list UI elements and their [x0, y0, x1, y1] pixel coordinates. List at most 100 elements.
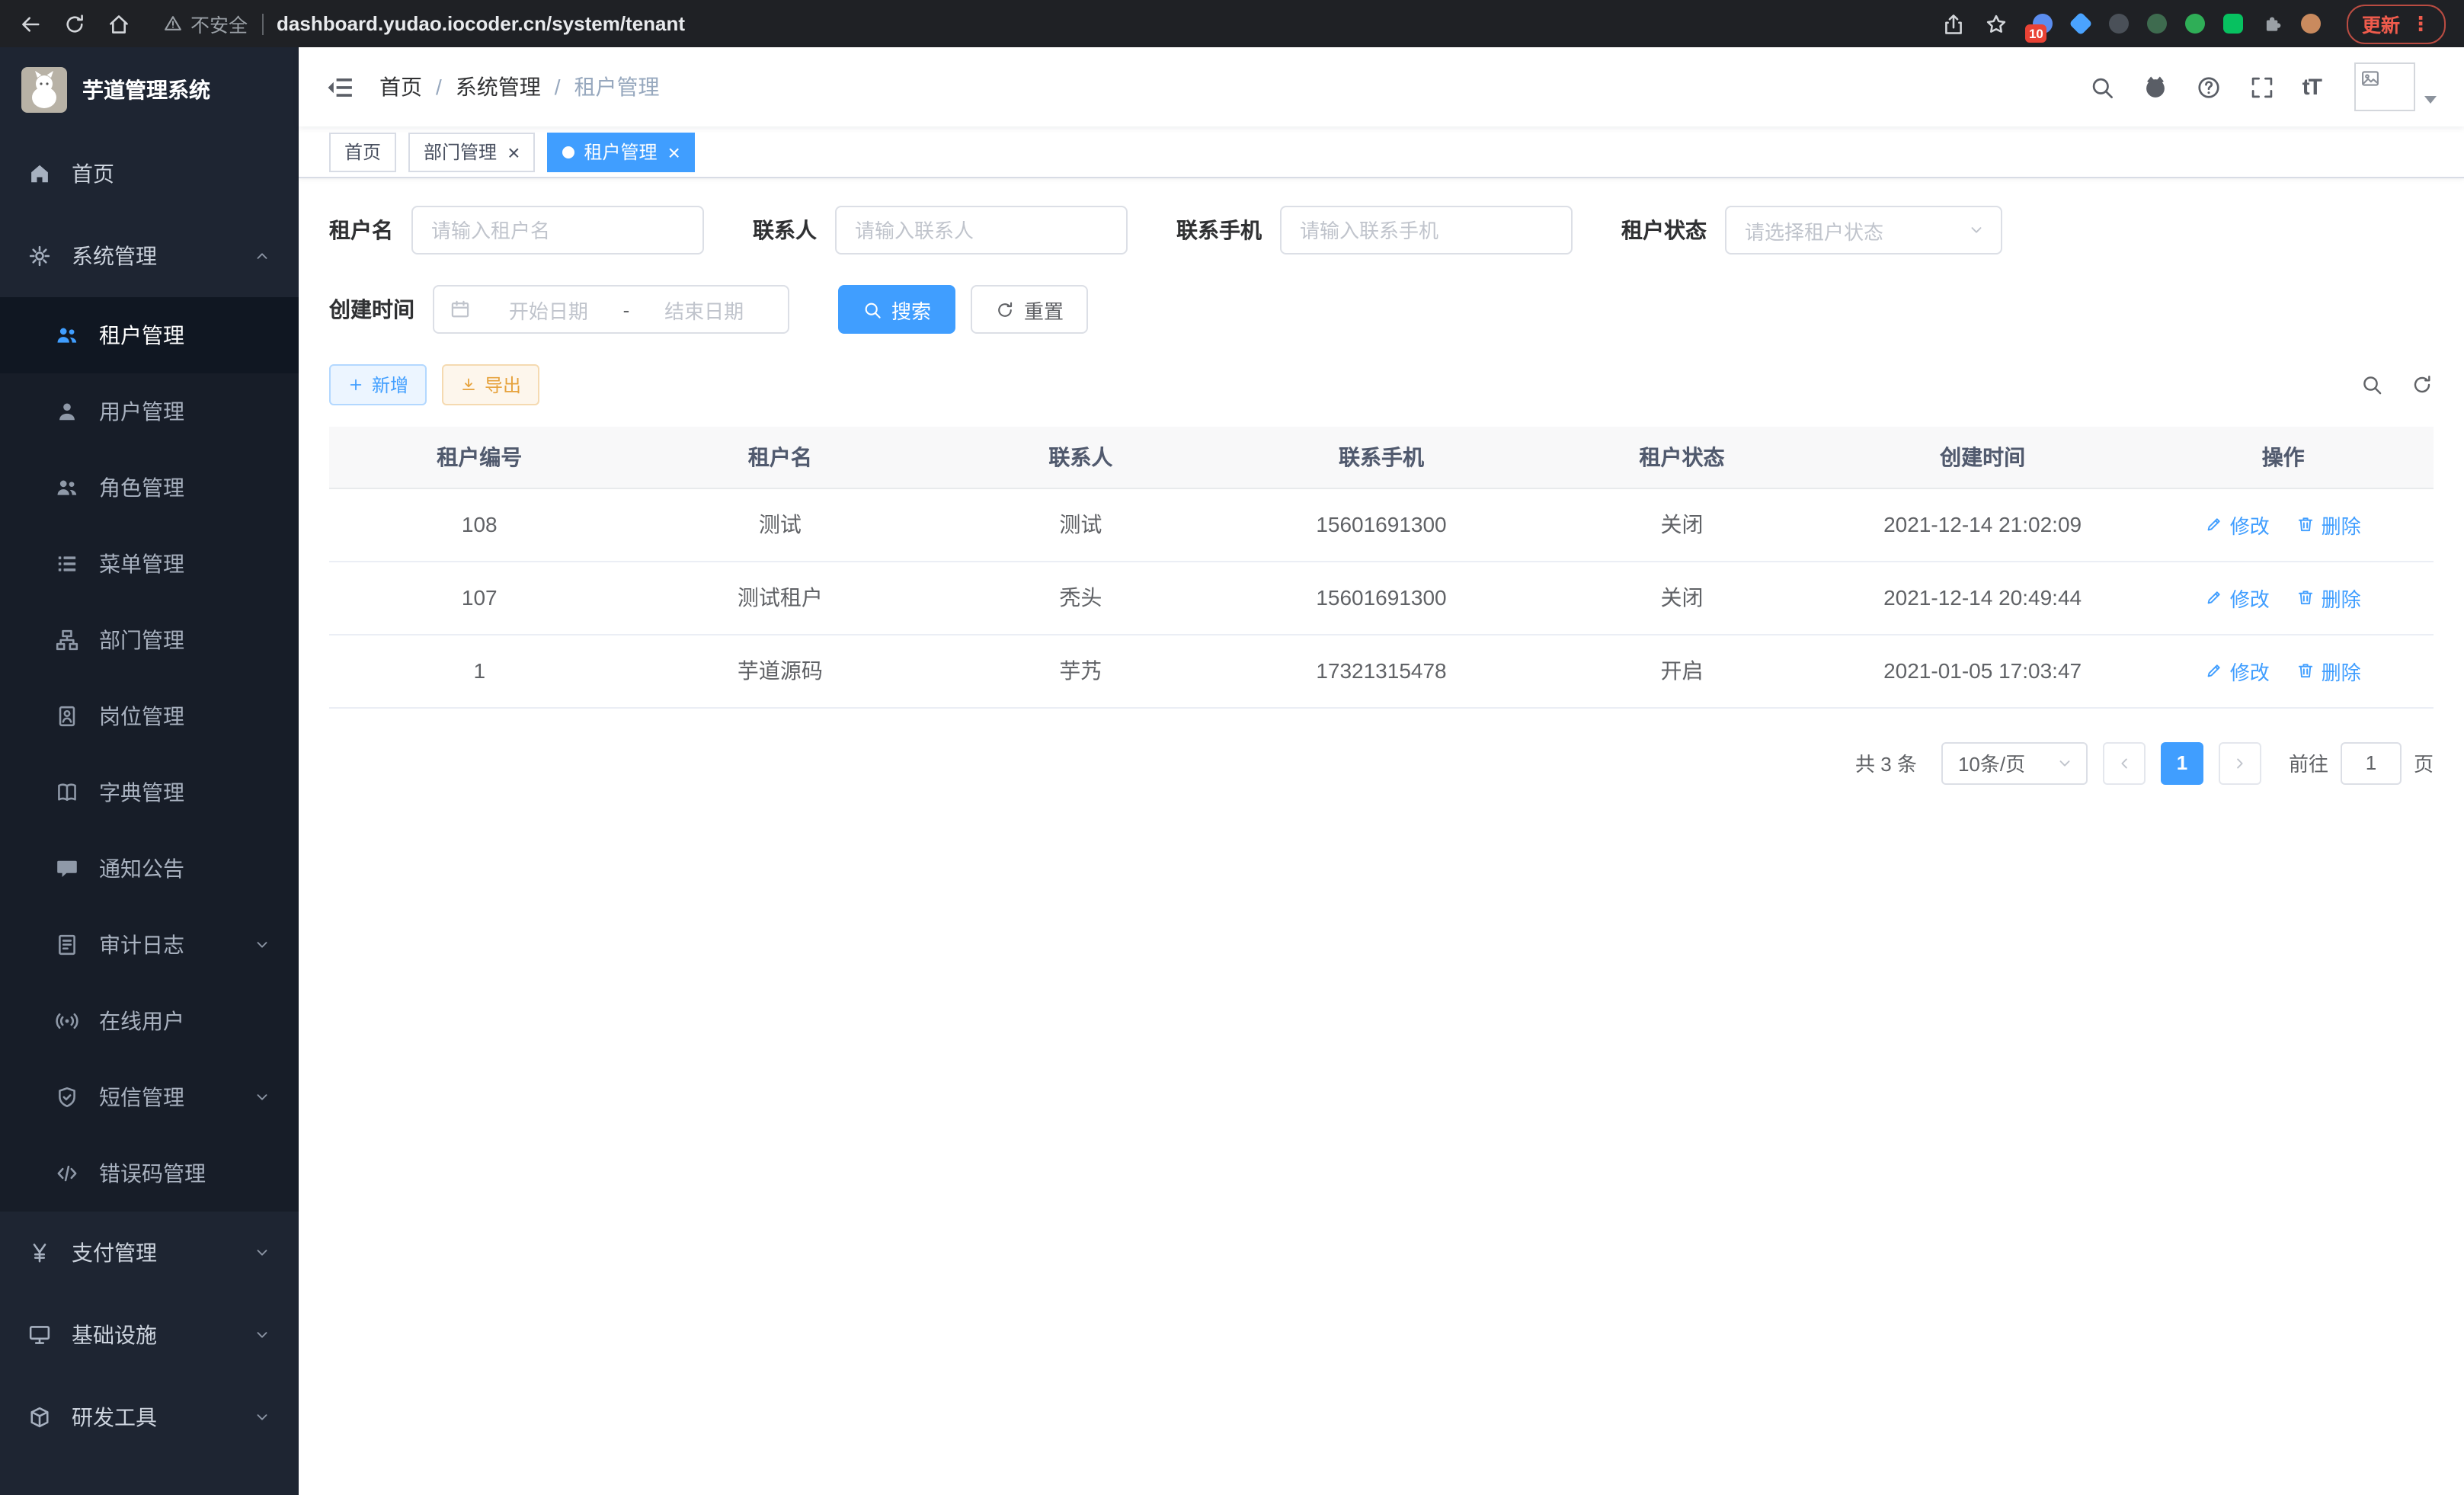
tags-view-tab[interactable]: 租户管理 ×: [547, 132, 695, 171]
refresh-table-icon[interactable]: [2411, 373, 2434, 396]
sidebar-item-system[interactable]: 系统管理: [0, 215, 299, 297]
col-created: 创建时间: [1832, 427, 2133, 488]
close-icon[interactable]: ×: [507, 141, 520, 162]
search-button[interactable]: 搜索: [838, 285, 955, 334]
users-icon: [55, 475, 79, 500]
cell-operations: 修改 删除: [2133, 634, 2434, 707]
github-icon[interactable]: [2142, 74, 2168, 100]
sidebar-item-online-user[interactable]: 在线用户: [0, 983, 299, 1059]
breadcrumb: 首页 / 系统管理 / 租户管理: [379, 72, 2089, 102]
sidebar-item-sms[interactable]: 短信管理: [0, 1059, 299, 1135]
extension-icon[interactable]: [2223, 13, 2245, 34]
monitor-icon: [27, 1323, 52, 1347]
update-button[interactable]: 更新 ⋮: [2347, 4, 2446, 43]
sidebar-toggle-icon[interactable]: [326, 72, 355, 101]
edit-link[interactable]: 修改: [2206, 510, 2270, 539]
back-icon[interactable]: [18, 11, 43, 36]
chevron-icon: [253, 1088, 271, 1106]
sidebar-item-home[interactable]: 首页: [0, 133, 299, 215]
sidebar-item-payment[interactable]: 支付管理: [0, 1212, 299, 1294]
help-icon[interactable]: [2196, 74, 2222, 100]
table-row: 1 芋道源码 芋艿 17321315478 开启 2021-01-05 17:0…: [329, 634, 2434, 707]
breadcrumb-home[interactable]: 首页: [379, 72, 422, 102]
extension-icon[interactable]: [2147, 13, 2168, 34]
page-size-select[interactable]: 10条/页: [1941, 741, 2088, 784]
delete-link[interactable]: 删除: [2297, 583, 2361, 612]
sidebar-item-notice[interactable]: 通知公告: [0, 831, 299, 907]
url-text[interactable]: dashboard.yudao.iocoder.cn/system/tenant: [277, 12, 685, 35]
delete-link[interactable]: 删除: [2297, 656, 2361, 685]
address-bar[interactable]: 不安全 dashboard.yudao.iocoder.cn/system/te…: [163, 9, 1922, 38]
tags-view-tab[interactable]: 部门管理 ×: [408, 132, 535, 171]
chevron-left-icon: [2115, 754, 2133, 772]
security-warning[interactable]: 不安全: [163, 9, 248, 38]
sidebar-item-dept[interactable]: 部门管理: [0, 602, 299, 678]
sidebar-item-post[interactable]: 岗位管理: [0, 678, 299, 754]
fullscreen-icon[interactable]: [2249, 74, 2275, 100]
header-search-icon[interactable]: [2089, 74, 2115, 100]
browser-menu-icon[interactable]: ⋮: [2411, 11, 2430, 36]
share-icon[interactable]: [1941, 11, 1966, 36]
sidebar-item-audit-log[interactable]: 审计日志: [0, 907, 299, 983]
extension-icon[interactable]: [2071, 13, 2092, 34]
close-icon[interactable]: ×: [667, 141, 680, 162]
extension-icon[interactable]: [2109, 13, 2130, 34]
breadcrumb-system[interactable]: 系统管理: [456, 72, 541, 102]
next-page-button[interactable]: [2219, 741, 2261, 784]
extension-icon[interactable]: [2185, 13, 2206, 34]
sidebar-item-error-code[interactable]: 错误码管理: [0, 1135, 299, 1212]
goto-prefix: 前往: [2289, 748, 2328, 777]
app-header: 首页 / 系统管理 / 租户管理 tT: [299, 47, 2464, 126]
add-button[interactable]: 新增: [329, 364, 427, 405]
sidebar-item-menu[interactable]: 菜单管理: [0, 526, 299, 602]
export-button[interactable]: 导出: [442, 364, 539, 405]
sidebar-item-user[interactable]: 用户管理: [0, 373, 299, 450]
app-logo-row[interactable]: 芋道管理系统: [0, 47, 299, 133]
edit-icon: [2206, 588, 2224, 607]
goto-page-input[interactable]: [2341, 741, 2402, 784]
extension-icon[interactable]: 10: [2033, 13, 2054, 34]
sidebar-item-dict[interactable]: 字典管理: [0, 754, 299, 831]
sidebar-item-tenant[interactable]: 租户管理: [0, 297, 299, 373]
col-tenant-id: 租户编号: [329, 427, 630, 488]
cell-phone: 17321315478: [1231, 634, 1532, 707]
breadcrumb-separator: /: [436, 75, 442, 99]
cell-created: 2021-12-14 21:02:09: [1832, 488, 2133, 561]
delete-icon: [2297, 661, 2315, 680]
cell-phone: 15601691300: [1231, 488, 1532, 561]
tags-view-tab[interactable]: 首页: [329, 132, 396, 171]
warning-icon: [163, 14, 183, 34]
prev-page-button[interactable]: [2103, 741, 2146, 784]
user-avatar[interactable]: [2354, 62, 2437, 111]
date-separator: -: [623, 298, 630, 321]
font-size-icon[interactable]: tT: [2302, 74, 2321, 100]
tree-icon: [55, 628, 79, 652]
home-nav-icon[interactable]: [107, 11, 131, 36]
status-label: 租户状态: [1621, 215, 1707, 245]
goto-page: 前往 页: [2289, 741, 2434, 784]
profile-avatar[interactable]: [2301, 13, 2322, 34]
home-icon: [27, 162, 52, 186]
reset-button[interactable]: 重置: [971, 285, 1088, 334]
edit-link[interactable]: 修改: [2206, 656, 2270, 685]
phone-input[interactable]: [1280, 206, 1573, 255]
tenant-name-input[interactable]: [411, 206, 704, 255]
sidebar-item-role[interactable]: 角色管理: [0, 450, 299, 526]
bookmark-star-icon[interactable]: [1984, 11, 2008, 36]
delete-link[interactable]: 删除: [2297, 510, 2361, 539]
edit-link[interactable]: 修改: [2206, 583, 2270, 612]
page-size-value: 10条/页: [1958, 748, 2050, 777]
app-title: 芋道管理系统: [82, 75, 210, 105]
extensions-puzzle-icon[interactable]: [2261, 12, 2284, 35]
page-number-button[interactable]: 1: [2161, 741, 2203, 784]
reload-icon[interactable]: [62, 11, 87, 36]
col-phone: 联系手机: [1231, 427, 1532, 488]
status-placeholder: 请选择租户状态: [1745, 216, 1967, 245]
sidebar-item-infra[interactable]: 基础设施: [0, 1294, 299, 1376]
tenant-status-select[interactable]: 请选择租户状态: [1725, 206, 2002, 255]
toggle-search-icon[interactable]: [2360, 373, 2383, 396]
sidebar-item-devtool[interactable]: 研发工具: [0, 1376, 299, 1458]
contact-input[interactable]: [835, 206, 1128, 255]
tenant-page-content: 租户名 联系人 联系手机 租户状态: [299, 178, 2464, 1495]
create-time-range-picker[interactable]: 开始日期 - 结束日期: [433, 285, 789, 334]
